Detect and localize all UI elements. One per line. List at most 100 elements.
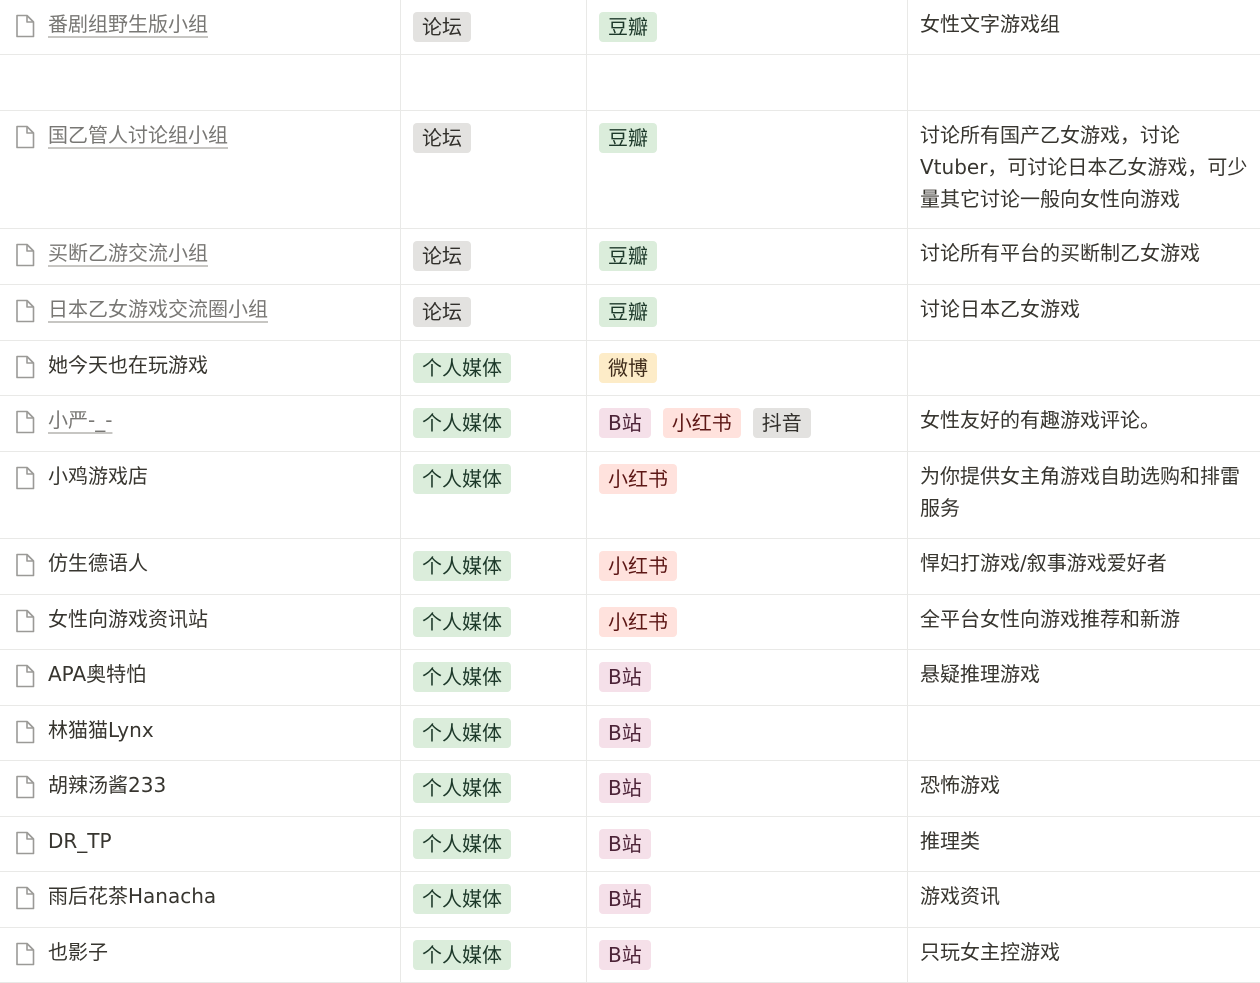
type-cell[interactable]: 个人媒体: [401, 452, 587, 538]
table-row[interactable]: 仿生德语人 个人媒体 小红书 悍妇打游戏/叙事游戏爱好者: [0, 539, 1260, 595]
name-cell[interactable]: 小鸡游戏店: [0, 452, 401, 538]
table-row[interactable]: 日本乙女游戏交流圈小组 论坛 豆瓣 讨论日本乙女游戏: [0, 285, 1260, 341]
tag-论坛[interactable]: 论坛: [413, 123, 471, 153]
tag-论坛[interactable]: 论坛: [413, 297, 471, 327]
tag-个人媒体[interactable]: 个人媒体: [413, 940, 511, 970]
tag-个人媒体[interactable]: 个人媒体: [413, 607, 511, 637]
type-cell[interactable]: 论坛: [401, 0, 587, 54]
type-cell[interactable]: 个人媒体: [401, 706, 587, 760]
table-row[interactable]: DR_TP 个人媒体 B站 推理类: [0, 817, 1260, 872]
type-cell[interactable]: 个人媒体: [401, 928, 587, 982]
row-title[interactable]: 胡辣汤酱233: [48, 769, 166, 801]
description-cell[interactable]: 恐怖游戏: [908, 761, 1260, 816]
tag-豆瓣[interactable]: 豆瓣: [599, 12, 657, 42]
description-cell[interactable]: [908, 706, 1260, 760]
name-cell[interactable]: 日本乙女游戏交流圈小组: [0, 285, 401, 340]
tag-论坛[interactable]: 论坛: [413, 12, 471, 42]
name-cell[interactable]: DR_TP: [0, 817, 401, 871]
type-cell[interactable]: 个人媒体: [401, 817, 587, 871]
tag-B站[interactable]: B站: [599, 718, 651, 748]
tag-豆瓣[interactable]: 豆瓣: [599, 123, 657, 153]
type-cell[interactable]: 个人媒体: [401, 396, 587, 451]
tag-B站[interactable]: B站: [599, 829, 651, 859]
name-cell[interactable]: 胡辣汤酱233: [0, 761, 401, 816]
platform-cell[interactable]: 豆瓣: [587, 229, 908, 284]
description-cell[interactable]: 只玩女主控游戏: [908, 928, 1260, 982]
platform-cell[interactable]: B站: [587, 706, 908, 760]
row-title[interactable]: 林猫猫Lynx: [48, 714, 154, 746]
tag-个人媒体[interactable]: 个人媒体: [413, 464, 511, 494]
table-row[interactable]: 小鸡游戏店 个人媒体 小红书 为你提供女主角游戏自助选购和排雷 服务: [0, 452, 1260, 539]
tag-B站[interactable]: B站: [599, 662, 651, 692]
description-cell[interactable]: 为你提供女主角游戏自助选购和排雷 服务: [908, 452, 1260, 538]
tag-微博[interactable]: 微博: [599, 353, 657, 383]
tag-B站[interactable]: B站: [599, 884, 651, 914]
platform-cell[interactable]: B站: [587, 761, 908, 816]
row-title[interactable]: 小严-_-: [48, 404, 112, 436]
name-cell[interactable]: 女性向游戏资讯站: [0, 595, 401, 649]
tag-B站[interactable]: B站: [599, 408, 651, 438]
tag-论坛[interactable]: 论坛: [413, 241, 471, 271]
name-cell[interactable]: 林猫猫Lynx: [0, 706, 401, 760]
description-cell[interactable]: 悬疑推理游戏: [908, 650, 1260, 705]
platform-cell[interactable]: B站: [587, 872, 908, 927]
name-cell[interactable]: [0, 55, 401, 110]
table-row[interactable]: 她今天也在玩游戏 个人媒体 微博: [0, 341, 1260, 396]
name-cell[interactable]: 也影子: [0, 928, 401, 982]
row-title[interactable]: 番剧组野生版小组: [48, 8, 208, 40]
platform-cell[interactable]: 小红书: [587, 452, 908, 538]
name-cell[interactable]: APA奥特怕: [0, 650, 401, 705]
description-cell[interactable]: 全平台女性向游戏推荐和新游: [908, 595, 1260, 649]
platform-cell[interactable]: 豆瓣: [587, 0, 908, 54]
description-cell[interactable]: 游戏资讯: [908, 872, 1260, 927]
tag-小红书[interactable]: 小红书: [599, 607, 677, 637]
tag-小红书[interactable]: 小红书: [599, 551, 677, 581]
type-cell[interactable]: 个人媒体: [401, 539, 587, 594]
tag-个人媒体[interactable]: 个人媒体: [413, 408, 511, 438]
type-cell[interactable]: 论坛: [401, 285, 587, 340]
type-cell[interactable]: 个人媒体: [401, 341, 587, 395]
name-cell[interactable]: 她今天也在玩游戏: [0, 341, 401, 395]
table-row[interactable]: 雨后花茶Hanacha 个人媒体 B站 游戏资讯: [0, 872, 1260, 928]
platform-cell[interactable]: 豆瓣: [587, 285, 908, 340]
platform-cell[interactable]: 小红书: [587, 595, 908, 649]
type-cell[interactable]: 论坛: [401, 111, 587, 228]
type-cell[interactable]: [401, 55, 587, 110]
platform-cell[interactable]: B站: [587, 928, 908, 982]
table-row[interactable]: 林猫猫Lynx 个人媒体 B站: [0, 706, 1260, 761]
tag-个人媒体[interactable]: 个人媒体: [413, 884, 511, 914]
row-title[interactable]: DR_TP: [48, 825, 112, 857]
tag-个人媒体[interactable]: 个人媒体: [413, 662, 511, 692]
row-title[interactable]: 买断乙游交流小组: [48, 237, 208, 269]
platform-cell[interactable]: 微博: [587, 341, 908, 395]
platform-cell[interactable]: B站: [587, 650, 908, 705]
platform-cell[interactable]: B站: [587, 817, 908, 871]
tag-B站[interactable]: B站: [599, 940, 651, 970]
platform-cell[interactable]: B站 小红书 抖音: [587, 396, 908, 451]
row-title[interactable]: APA奥特怕: [48, 658, 146, 690]
name-cell[interactable]: 小严-_-: [0, 396, 401, 451]
type-cell[interactable]: 个人媒体: [401, 761, 587, 816]
type-cell[interactable]: 个人媒体: [401, 872, 587, 927]
row-title[interactable]: 女性向游戏资讯站: [48, 603, 208, 635]
name-cell[interactable]: 雨后花茶Hanacha: [0, 872, 401, 927]
tag-小红书[interactable]: 小红书: [599, 464, 677, 494]
tag-个人媒体[interactable]: 个人媒体: [413, 773, 511, 803]
tag-抖音[interactable]: 抖音: [752, 408, 811, 438]
row-title[interactable]: 日本乙女游戏交流圈小组: [48, 293, 268, 325]
row-title[interactable]: 也影子: [48, 936, 108, 968]
description-cell[interactable]: 悍妇打游戏/叙事游戏爱好者: [908, 539, 1260, 594]
description-cell[interactable]: 女性友好的有趣游戏评论。: [908, 396, 1260, 451]
tag-个人媒体[interactable]: 个人媒体: [413, 353, 511, 383]
tag-小红书[interactable]: 小红书: [662, 408, 741, 438]
table-row[interactable]: 女性向游戏资讯站 个人媒体 小红书 全平台女性向游戏推荐和新游: [0, 595, 1260, 650]
description-cell[interactable]: 讨论日本乙女游戏: [908, 285, 1260, 340]
description-cell[interactable]: 推理类: [908, 817, 1260, 871]
tag-个人媒体[interactable]: 个人媒体: [413, 829, 511, 859]
row-title[interactable]: 她今天也在玩游戏: [48, 349, 208, 381]
description-cell[interactable]: 女性文字游戏组: [908, 0, 1260, 54]
row-title[interactable]: 雨后花茶Hanacha: [48, 880, 216, 912]
row-title[interactable]: 小鸡游戏店: [48, 460, 148, 492]
name-cell[interactable]: 番剧组野生版小组: [0, 0, 401, 54]
description-cell[interactable]: [908, 55, 1260, 110]
